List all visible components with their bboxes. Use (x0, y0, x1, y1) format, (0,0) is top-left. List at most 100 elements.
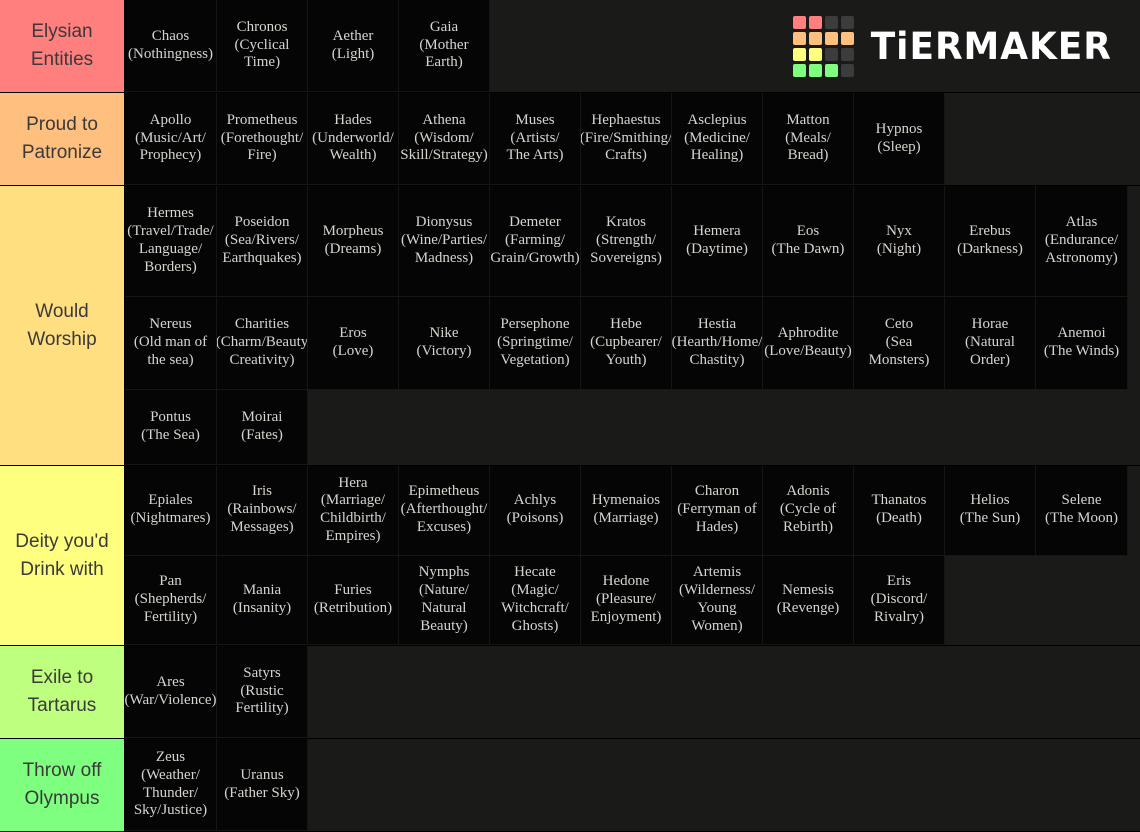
tier-row-6: Throw off Olympus Zeus (Weather/ Thunder/… (0, 739, 1140, 832)
tier-items-3: Hermes (Travel/Trade/ Language/ Borders)… (125, 186, 1140, 465)
tier-item[interactable]: Poseidon (Sea/Rivers/ Earthquakes) (217, 186, 308, 297)
tiermaker-logo[interactable]: TiERMAKER (793, 15, 1116, 77)
tier-item[interactable]: Hera (Marriage/ Childbirth/ Empires) (308, 466, 399, 556)
tier-item[interactable]: Moirai (Fates) (217, 389, 308, 465)
tier-item[interactable]: Epiales (Nightmares) (125, 466, 217, 556)
tier-item[interactable]: Dionysus (Wine/Parties/ Madness) (399, 186, 490, 297)
tier-item[interactable]: Pan (Shepherds/ Fertility) (125, 555, 217, 645)
tier-item-row: Pontus (The Sea) Moirai (Fates) (125, 389, 1140, 465)
tier-label-4[interactable]: Deity you'd Drink with (0, 466, 125, 645)
tier-item[interactable]: Hades (Underworld/ Wealth) (308, 93, 399, 185)
tier-item[interactable]: Ares (War/Violence) (125, 646, 217, 738)
tier-item-row: Zeus (Weather/ Thunder/ Sky/Justice) Uran… (125, 739, 1140, 831)
tier-drop-area[interactable] (1128, 186, 1140, 297)
tier-item[interactable]: Helios (The Sun) (945, 466, 1036, 556)
tier-item[interactable]: Anemoi (The Winds) (1036, 296, 1128, 390)
tier-row-2: Proud to Patronize Apollo (Music/Art/ Pro… (0, 93, 1140, 186)
tier-item[interactable]: Matton (Meals/ Bread) (763, 93, 854, 185)
tier-item-row: Hermes (Travel/Trade/ Language/ Borders)… (125, 186, 1140, 297)
tier-item[interactable]: Nyx (Night) (854, 186, 945, 297)
tier-items-2: Apollo (Music/Art/ Prophecy) Prometheus (… (125, 93, 1140, 185)
tier-item[interactable]: Chaos (Nothingness) (125, 0, 217, 92)
tier-item[interactable]: Charon (Ferryman of Hades) (672, 466, 763, 556)
tier-item-row: Ares (War/Violence) Satyrs (Rustic Fertil… (125, 646, 1140, 738)
tier-item[interactable]: Erebus (Darkness) (945, 186, 1036, 297)
tier-row-1: Elysian Entities Chaos (Nothingness) Chron… (0, 0, 1140, 93)
tier-item[interactable]: Epimetheus (Afterthought/ Excuses) (399, 466, 490, 556)
tier-item-row: Epiales (Nightmares) Iris (Rainbows/ Mess… (125, 466, 1140, 556)
tier-item[interactable]: Aether (Light) (308, 0, 399, 92)
tier-drop-area[interactable] (1128, 296, 1140, 390)
tier-item[interactable]: Horae (Natural Order) (945, 296, 1036, 390)
tier-item[interactable]: Thanatos (Death) (854, 466, 945, 556)
logo-text: TiERMAKER (871, 24, 1113, 68)
tier-item[interactable]: Artemis (Wilderness/ Young Women) (672, 555, 763, 645)
tier-item[interactable]: Athena (Wisdom/ Skill/Strategy) (399, 93, 490, 185)
tier-items-6: Zeus (Weather/ Thunder/ Sky/Justice) Uran… (125, 739, 1140, 831)
tier-item[interactable]: Pontus (The Sea) (125, 389, 217, 465)
tier-item[interactable]: Zeus (Weather/ Thunder/ Sky/Justice) (125, 739, 217, 831)
tier-label-3[interactable]: Would Worship (0, 186, 125, 465)
tier-items-1: Chaos (Nothingness) Chronos (Cyclical Tim… (125, 0, 1140, 92)
tier-drop-area[interactable] (945, 555, 1140, 645)
tier-item-row: Chaos (Nothingness) Chronos (Cyclical Tim… (125, 0, 1140, 92)
tier-label-2[interactable]: Proud to Patronize (0, 93, 125, 185)
tier-drop-area[interactable] (1128, 466, 1140, 556)
tier-item[interactable]: Hymenaios (Marriage) (581, 466, 672, 556)
tier-item[interactable]: Aphrodite (Love/Beauty) (763, 296, 854, 390)
tier-item[interactable]: Hemera (Daytime) (672, 186, 763, 297)
tier-item[interactable]: Nike (Victory) (399, 296, 490, 390)
tier-drop-area[interactable] (308, 646, 1140, 738)
tier-item[interactable]: Eos (The Dawn) (763, 186, 854, 297)
tier-item[interactable]: Muses (Artists/ The Arts) (490, 93, 581, 185)
tier-item[interactable]: Hephaestus (Fire/Smithing/ Crafts) (581, 93, 672, 185)
tier-item[interactable]: Persephone (Springtime/ Vegetation) (490, 296, 581, 390)
tier-item[interactable]: Hypnos (Sleep) (854, 93, 945, 185)
tier-item[interactable]: Uranus (Father Sky) (217, 739, 308, 831)
tier-item[interactable]: Satyrs (Rustic Fertility) (217, 646, 308, 738)
tier-item[interactable]: Hedone (Pleasure/ Enjoyment) (581, 555, 672, 645)
tier-item[interactable]: Ceto (Sea Monsters) (854, 296, 945, 390)
logo-area: TiERMAKER (490, 0, 1140, 92)
tier-item[interactable]: Nymphs (Nature/ Natural Beauty) (399, 555, 490, 645)
tier-row-4: Deity you'd Drink with Epiales (Nightmare… (0, 466, 1140, 646)
tier-item[interactable]: Morpheus (Dreams) (308, 186, 399, 297)
tier-item[interactable]: Furies (Retribution) (308, 555, 399, 645)
tier-item[interactable]: Charities (Charm/Beauty Creativity) (217, 296, 308, 390)
tier-item[interactable]: Atlas (Endurance/ Astronomy) (1036, 186, 1128, 297)
tier-drop-area[interactable] (308, 739, 1140, 831)
tier-item[interactable]: Apollo (Music/Art/ Prophecy) (125, 93, 217, 185)
tier-list-board: Elysian Entities Chaos (Nothingness) Chron… (0, 0, 1140, 832)
tier-label-6[interactable]: Throw off Olympus (0, 739, 125, 831)
tier-item[interactable]: Gaia (Mother Earth) (399, 0, 490, 92)
tier-item[interactable]: Hecate (Magic/ Witchcraft/ Ghosts) (490, 555, 581, 645)
tier-item-row: Nereus (Old man of the sea) Charities (Ch… (125, 296, 1140, 390)
tier-item[interactable]: Hebe (Cupbearer/ Youth) (581, 296, 672, 390)
tier-item[interactable]: Nereus (Old man of the sea) (125, 296, 217, 390)
tier-label-5[interactable]: Exile to Tartarus (0, 646, 125, 738)
tier-label-1[interactable]: Elysian Entities (0, 0, 125, 92)
tier-item[interactable]: Nemesis (Revenge) (763, 555, 854, 645)
tier-item[interactable]: Kratos (Strength/ Sovereigns) (581, 186, 672, 297)
logo-grid-icon (793, 15, 855, 77)
tier-drop-area[interactable] (308, 389, 1140, 465)
tier-drop-area[interactable] (945, 93, 1140, 185)
tier-item[interactable]: Iris (Rainbows/ Messages) (217, 466, 308, 556)
tier-item-row: Apollo (Music/Art/ Prophecy) Prometheus (… (125, 93, 1140, 185)
tier-item[interactable]: Eros (Love) (308, 296, 399, 390)
tier-item[interactable]: Prometheus (Forethought/ Fire) (217, 93, 308, 185)
tier-item[interactable]: Demeter (Farming/ Grain/Growth) (490, 186, 581, 297)
tier-item[interactable]: Achlys (Poisons) (490, 466, 581, 556)
tier-item[interactable]: Selene (The Moon) (1036, 466, 1128, 556)
tier-item[interactable]: Chronos (Cyclical Time) (217, 0, 308, 92)
tier-items-4: Epiales (Nightmares) Iris (Rainbows/ Mess… (125, 466, 1140, 645)
tier-item[interactable]: Mania (Insanity) (217, 555, 308, 645)
tier-item[interactable]: Hestia (Hearth/Home/ Chastity) (672, 296, 763, 390)
tier-row-3: Would Worship Hermes (Travel/Trade/ Langu… (0, 186, 1140, 466)
tier-item[interactable]: Adonis (Cycle of Rebirth) (763, 466, 854, 556)
tier-row-5: Exile to Tartarus Ares (War/Violence) Saty… (0, 646, 1140, 739)
tier-item[interactable]: Eris (Discord/ Rivalry) (854, 555, 945, 645)
tier-item[interactable]: Asclepius (Medicine/ Healing) (672, 93, 763, 185)
tier-item[interactable]: Hermes (Travel/Trade/ Language/ Borders) (125, 186, 217, 297)
tier-item-row: Pan (Shepherds/ Fertility) Mania (Insanit… (125, 555, 1140, 645)
